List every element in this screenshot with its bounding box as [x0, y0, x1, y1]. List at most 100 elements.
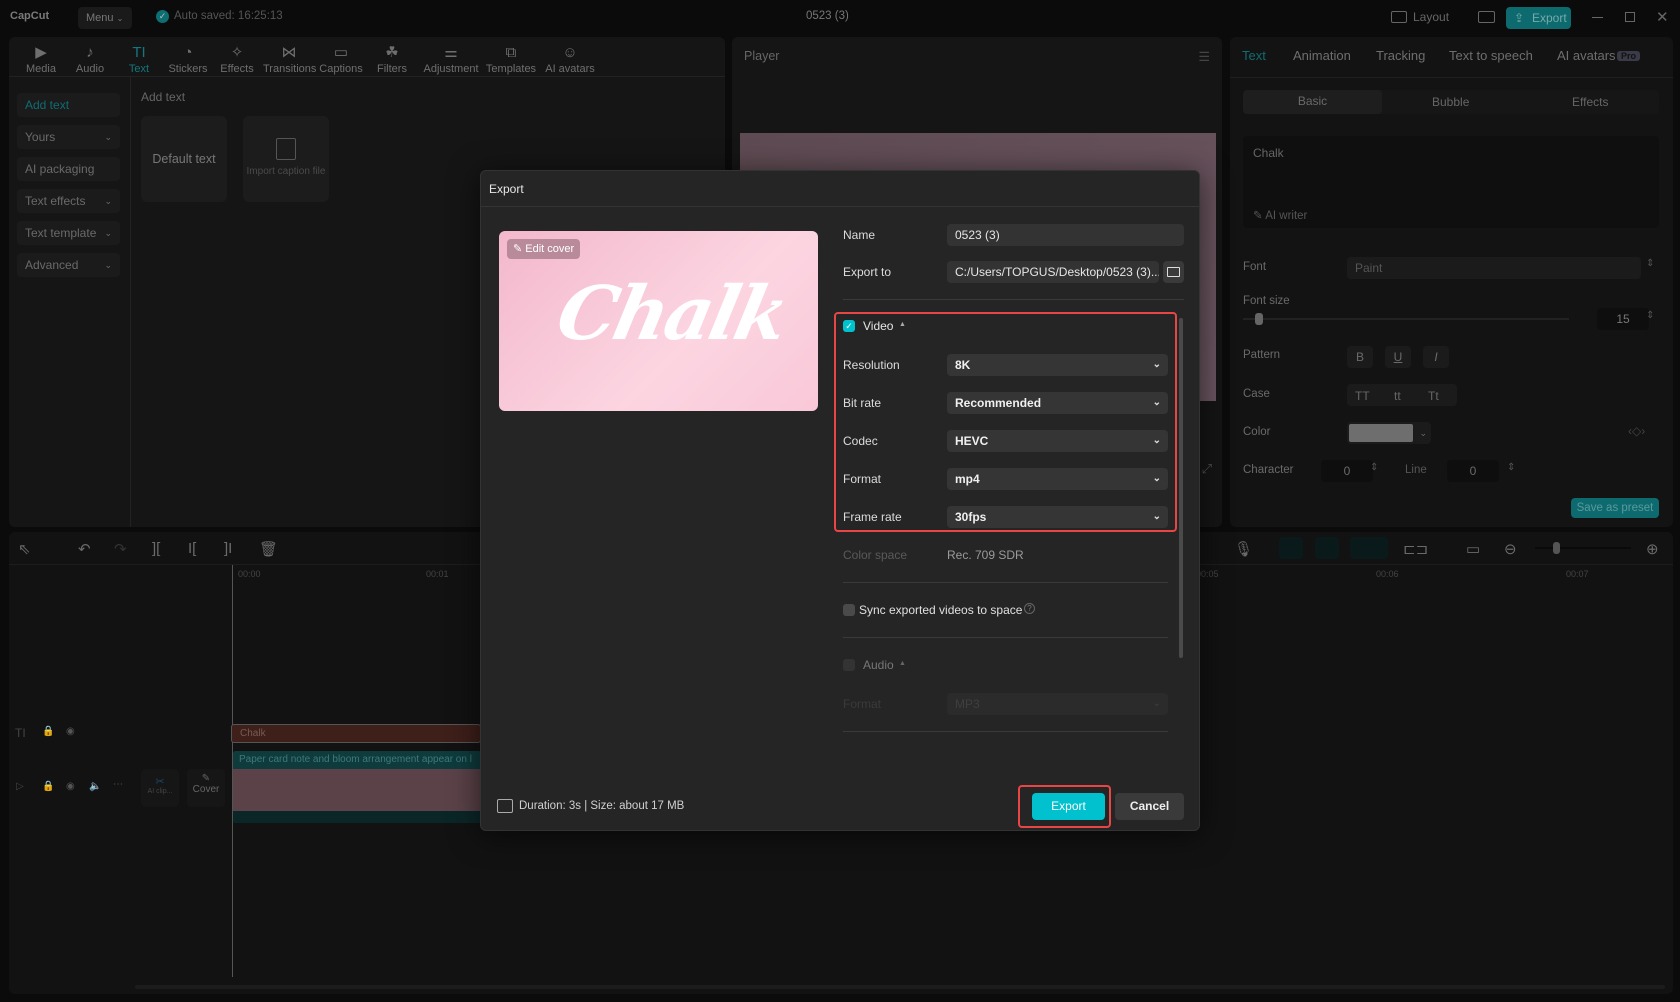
ai-writer-button[interactable]: ✎ AI writer: [1253, 208, 1307, 222]
sync-checkbox[interactable]: [843, 604, 855, 616]
more-icon[interactable]: ⋯: [113, 779, 123, 790]
tab-transitions[interactable]: ⋈ Transitions: [263, 43, 316, 75]
audio-checkbox[interactable]: [843, 659, 855, 671]
import-caption-card[interactable]: Import caption file: [243, 116, 329, 202]
line-stepper-icon[interactable]: ⇕: [1507, 462, 1515, 473]
menu-button[interactable]: Menu ⌄: [78, 7, 132, 29]
format-select[interactable]: mp4 ⌄: [947, 468, 1168, 490]
tab-templates[interactable]: ⧉ Templates: [483, 43, 539, 75]
tab-tracking[interactable]: Tracking: [1376, 48, 1425, 63]
redo-icon[interactable]: ↷: [114, 540, 127, 558]
microphone-icon[interactable]: 🎙: [1234, 540, 1253, 558]
collapse-up-icon[interactable]: ▲: [899, 321, 906, 328]
underline-button[interactable]: U: [1385, 346, 1411, 368]
slider-handle[interactable]: [1255, 313, 1263, 325]
audio-format-select[interactable]: MP3 ⌄: [947, 693, 1168, 715]
subtab-bubble[interactable]: Bubble: [1432, 95, 1469, 109]
lowercase-button[interactable]: tt: [1394, 389, 1401, 403]
link-icon[interactable]: [1350, 537, 1388, 559]
tab-audio[interactable]: ♪ Audio: [64, 43, 116, 75]
split-left-icon[interactable]: I[: [188, 540, 196, 557]
split-right-icon[interactable]: ]I: [224, 540, 232, 557]
magnet-icon[interactable]: [1279, 537, 1303, 559]
tab-media[interactable]: ▶ Media: [15, 43, 67, 75]
layout-button[interactable]: Layout: [1413, 10, 1449, 24]
tab-adjustment[interactable]: ⚌ Adjustment: [422, 43, 480, 75]
settings-scrollbar[interactable]: [1179, 318, 1183, 658]
fullscreen-icon[interactable]: ⤢: [1202, 461, 1212, 477]
undo-icon[interactable]: ↶: [78, 540, 91, 558]
eye-icon[interactable]: ◉: [66, 781, 75, 792]
character-stepper-icon[interactable]: ⇕: [1370, 462, 1378, 473]
zoom-in-icon[interactable]: ⊕: [1646, 540, 1659, 558]
subtab-effects[interactable]: Effects: [1572, 95, 1608, 109]
zoom-fit-icon[interactable]: ▭: [1466, 540, 1480, 558]
zoom-slider-handle[interactable]: [1553, 542, 1560, 554]
tab-ai-avatars[interactable]: AI avatars: [1557, 48, 1616, 63]
sidebar-item-ai-packaging[interactable]: AI packaging: [17, 157, 120, 181]
auto-snap-icon[interactable]: [1315, 537, 1339, 559]
font-size-slider[interactable]: [1243, 313, 1569, 325]
font-select[interactable]: Paint: [1347, 257, 1641, 279]
ai-clip-button[interactable]: ✂ AI clip...: [141, 769, 179, 807]
line-input[interactable]: 0: [1447, 460, 1499, 482]
sidebar-item-text-effects[interactable]: Text effects ⌄: [17, 189, 120, 213]
select-tool-icon[interactable]: ⇖: [18, 540, 31, 558]
preview-axis-icon[interactable]: ⊏⊐: [1403, 540, 1428, 558]
keyframe-icon[interactable]: ‹◇›: [1628, 424, 1645, 438]
sidebar-item-add-text[interactable]: Add text: [17, 93, 120, 117]
export-path-input[interactable]: C:/Users/TOPGUS/Desktop/0523 (3)...: [947, 261, 1159, 283]
sidebar-item-yours[interactable]: Yours ⌄: [17, 125, 120, 149]
video-checkbox[interactable]: ✓: [843, 320, 855, 332]
bold-button[interactable]: B: [1347, 346, 1373, 368]
lock-icon[interactable]: 🔒: [42, 726, 54, 737]
bitrate-select[interactable]: Recommended ⌄: [947, 392, 1168, 414]
font-size-input[interactable]: 15: [1597, 308, 1649, 330]
player-menu-icon[interactable]: ☰: [1198, 49, 1210, 65]
split-icon[interactable]: ][: [152, 540, 160, 557]
maximize-icon[interactable]: [1625, 12, 1635, 22]
tab-text[interactable]: Text: [1242, 48, 1266, 63]
codec-select[interactable]: HEVC ⌄: [947, 430, 1168, 452]
cover-button[interactable]: ✎ Cover: [187, 769, 225, 807]
font-size-stepper-icon[interactable]: ⇕: [1646, 310, 1654, 321]
tab-text-to-speech[interactable]: Text to speech: [1449, 48, 1533, 63]
cancel-button[interactable]: Cancel: [1115, 793, 1184, 820]
mute-icon[interactable]: 🔈: [89, 781, 101, 792]
name-input[interactable]: 0523 (3): [947, 224, 1184, 246]
minimize-icon[interactable]: [1592, 17, 1603, 18]
zoom-slider[interactable]: [1535, 542, 1631, 554]
timeline-scrollbar[interactable]: [135, 985, 1665, 989]
default-text-card[interactable]: Default text: [141, 116, 227, 202]
framerate-select[interactable]: 30fps ⌄: [947, 506, 1168, 528]
color-picker[interactable]: ⌄: [1347, 422, 1431, 444]
tab-filters[interactable]: ☘ Filters: [366, 43, 418, 75]
italic-button[interactable]: I: [1423, 346, 1449, 368]
top-export-button[interactable]: ⇪ Export: [1506, 7, 1571, 29]
sidebar-item-text-template[interactable]: Text template ⌄: [17, 221, 120, 245]
tab-ai-avatars[interactable]: ☺ AI avatars: [542, 43, 598, 75]
lock-icon[interactable]: 🔒: [42, 781, 54, 792]
uppercase-button[interactable]: TT: [1355, 389, 1370, 403]
tab-stickers[interactable]: ◔ Stickers: [162, 43, 214, 75]
titlecase-button[interactable]: Tt: [1428, 389, 1439, 403]
help-icon[interactable]: ?: [1024, 603, 1035, 614]
shortcuts-icon[interactable]: [1478, 11, 1495, 23]
font-stepper-icon[interactable]: ⇕: [1646, 258, 1654, 269]
close-icon[interactable]: ✕: [1656, 8, 1669, 26]
export-button[interactable]: Export: [1032, 793, 1105, 820]
collapse-up-icon[interactable]: ▲: [899, 660, 906, 667]
tab-effects[interactable]: ✧ Effects: [211, 43, 263, 75]
eye-icon[interactable]: ◉: [66, 726, 75, 737]
tab-captions[interactable]: ▭ Captions: [315, 43, 367, 75]
save-as-preset-button[interactable]: Save as preset: [1571, 498, 1659, 518]
character-input[interactable]: 0: [1321, 460, 1373, 482]
tab-animation[interactable]: Animation: [1293, 48, 1351, 63]
text-clip[interactable]: Chalk: [231, 724, 481, 743]
tab-text[interactable]: TI Text: [113, 43, 165, 75]
delete-icon[interactable]: 🗑: [259, 540, 278, 558]
subtab-basic[interactable]: Basic: [1243, 90, 1382, 114]
zoom-out-icon[interactable]: ⊖: [1504, 540, 1517, 558]
resolution-select[interactable]: 8K ⌄: [947, 354, 1168, 376]
browse-folder-button[interactable]: [1163, 261, 1184, 283]
